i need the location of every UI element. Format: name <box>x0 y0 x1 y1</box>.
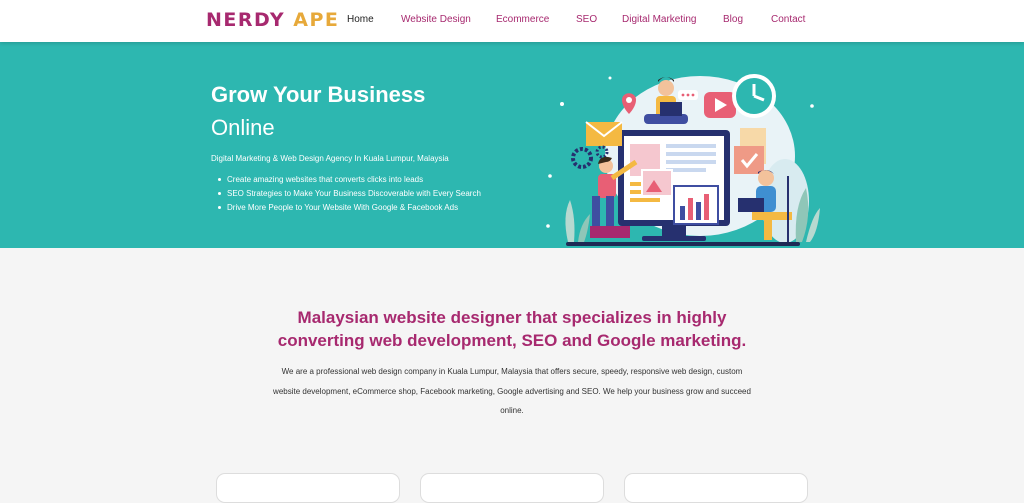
hero-tagline: Digital Marketing & Web Design Agency In… <box>211 154 449 163</box>
nav-link-seo[interactable]: SEO <box>576 14 597 25</box>
main-nav: Home Website Design Ecommerce SEO Digita… <box>0 14 1024 28</box>
hero-subtitle: Online <box>211 115 275 140</box>
site-header: NERDY APE Home Website Design Ecommerce … <box>0 0 1024 42</box>
nav-link-ecommerce[interactable]: Ecommerce <box>496 14 549 25</box>
service-card[interactable] <box>624 473 808 503</box>
hero-benefits-list: Create amazing websites that converts cl… <box>218 173 481 215</box>
hero-benefit-item: SEO Strategies to Make Your Business Dis… <box>218 187 481 201</box>
hero-benefit-item: Drive More People to Your Website With G… <box>218 201 481 215</box>
nav-link-contact[interactable]: Contact <box>771 14 805 25</box>
nav-link-home[interactable]: Home <box>347 14 374 25</box>
service-card[interactable] <box>420 473 604 503</box>
digital-marketing-illustration <box>546 74 820 246</box>
service-card[interactable] <box>216 473 400 503</box>
hero-section: Grow Your Business Online Digital Market… <box>0 42 1024 248</box>
nav-link-website-design[interactable]: Website Design <box>401 14 471 25</box>
intro-description: We are a professional web design company… <box>273 367 751 415</box>
intro-section: Malaysian website designer that speciali… <box>0 248 1024 503</box>
nav-link-digital-marketing[interactable]: Digital Marketing <box>622 14 696 25</box>
hero-title: Grow Your Business <box>211 82 426 107</box>
hero-benefit-item: Create amazing websites that converts cl… <box>218 173 481 187</box>
intro-headline-line2: converting web development, SEO and Goog… <box>277 331 747 350</box>
nav-link-blog[interactable]: Blog <box>723 14 743 25</box>
intro-headline: Malaysian website designer that speciali… <box>212 306 812 352</box>
intro-headline-line1: Malaysian website designer that speciali… <box>297 308 727 327</box>
